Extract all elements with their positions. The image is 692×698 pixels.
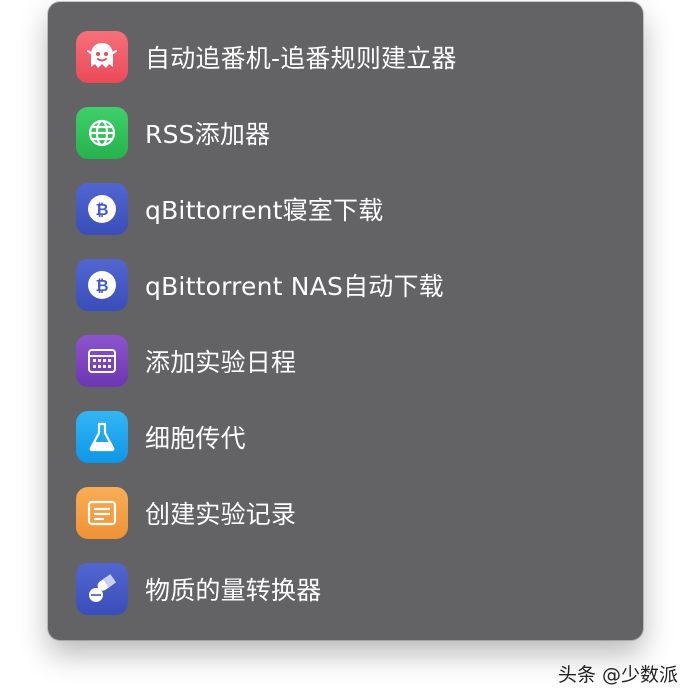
bitcoin-icon: ₿ [76, 183, 128, 235]
calendar-icon [76, 335, 128, 387]
watermark: 头条 @少数派 [557, 664, 678, 686]
menu-item-qbittorrent-nas[interactable]: ₿ qBittorrent NAS自动下载 [48, 247, 643, 323]
menu-item-label: RSS添加器 [145, 120, 271, 149]
menu-item-label: qBittorrent寝室下载 [145, 196, 384, 225]
ghost-icon [76, 31, 128, 83]
menu-item-rss-adder[interactable]: RSS添加器 [48, 95, 643, 171]
menu-item-label: 细胞传代 [145, 424, 246, 453]
globe-icon [76, 107, 128, 159]
menu-item-create-experiment-record[interactable]: 创建实验记录 [48, 475, 643, 551]
menu-item-label: 自动追番机-追番规则建立器 [145, 44, 457, 73]
pills-icon [76, 563, 128, 615]
shortcuts-menu: 自动追番机-追番规则建立器 RSS添加器 ₿ qBittorrent寝室下载 ₿ [48, 2, 643, 640]
flask-icon [76, 411, 128, 463]
menu-item-label: qBittorrent NAS自动下载 [145, 272, 444, 301]
menu-item-add-experiment-schedule[interactable]: 添加实验日程 [48, 323, 643, 399]
menu-item-label: 创建实验记录 [145, 500, 297, 529]
svg-text:₿: ₿ [95, 200, 108, 219]
note-icon [76, 487, 128, 539]
menu-item-label: 添加实验日程 [145, 348, 297, 377]
menu-item-cell-passage[interactable]: 细胞传代 [48, 399, 643, 475]
menu-item-anime-rule-builder[interactable]: 自动追番机-追番规则建立器 [48, 19, 643, 95]
bitcoin-icon: ₿ [76, 259, 128, 311]
svg-text:₿: ₿ [95, 276, 108, 295]
menu-item-label: 物质的量转换器 [145, 576, 322, 605]
menu-item-mole-converter[interactable]: 物质的量转换器 [48, 551, 643, 627]
menu-item-qbittorrent-dorm[interactable]: ₿ qBittorrent寝室下载 [48, 171, 643, 247]
